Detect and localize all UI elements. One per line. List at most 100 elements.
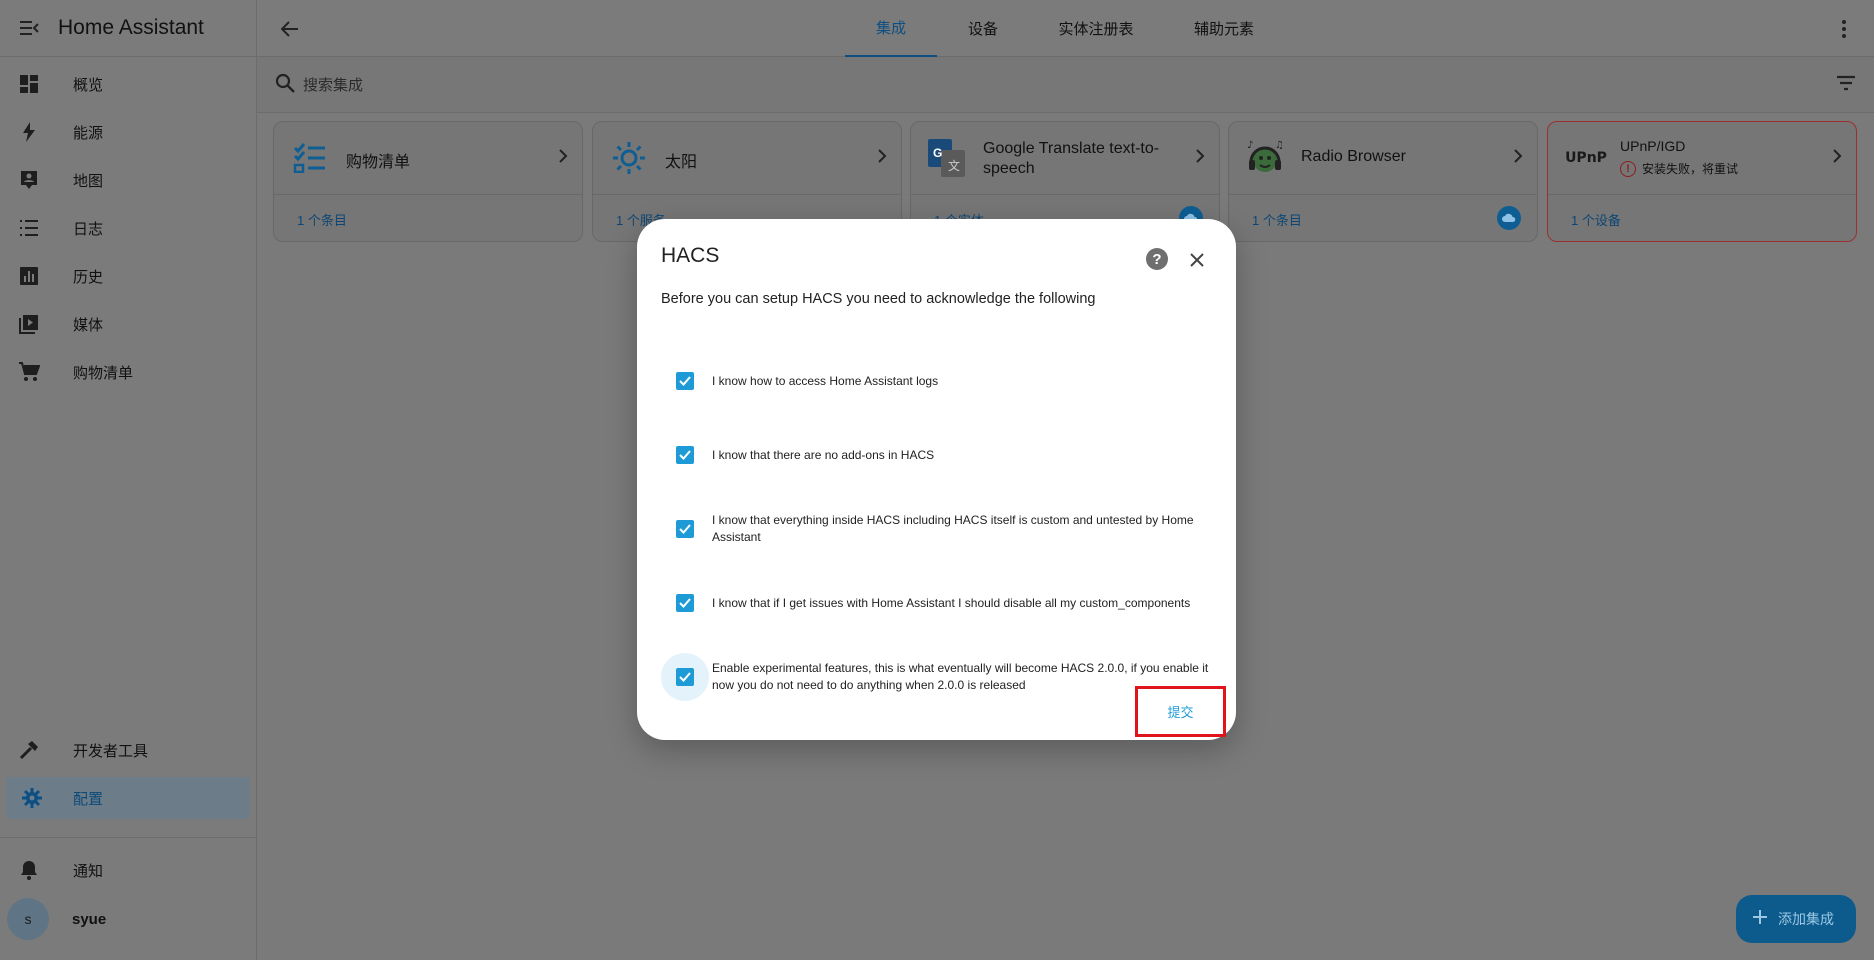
sidebar-item-label: 日志 [73, 220, 104, 238]
tab-entities[interactable]: 实体注册表 [1029, 0, 1163, 57]
sidebar-item-notifications[interactable]: 通知 [0, 849, 257, 891]
sidebar-item-label: 购物清单 [73, 364, 134, 382]
ack-checkbox-row: Enable experimental features, this is wh… [661, 653, 1211, 701]
sidebar-item-label: 开发者工具 [73, 742, 149, 760]
error-status: ! 安装失败，将重试 [1620, 160, 1738, 177]
error-icon: ! [1620, 160, 1636, 177]
radio-headphones-icon: ♪ ♫ [1245, 138, 1285, 178]
hammer-icon [0, 740, 58, 760]
cloud-icon [1497, 206, 1521, 230]
card-header: ♪ ♫ Radio Browser [1229, 122, 1537, 195]
checkbox[interactable] [661, 357, 709, 405]
chevron-right-icon [1832, 148, 1842, 169]
add-integration-label: 添加集成 [1778, 911, 1834, 927]
card-title: UPnP/IGD [1620, 138, 1686, 154]
upnp-logo: UPnP [1564, 138, 1608, 178]
submit-highlight: 提交 [1135, 686, 1226, 737]
sidebar-item-map[interactable]: 地图 [0, 159, 257, 201]
integration-card-shopping-list[interactable]: 购物清单 1 个条目 [273, 121, 583, 242]
chevron-right-icon [877, 148, 887, 169]
avatar: s [7, 898, 49, 940]
checkbox-label: I know that everything inside HACS inclu… [712, 513, 1194, 544]
sidebar-item-label: 能源 [73, 124, 104, 142]
back-arrow-icon[interactable] [277, 16, 303, 42]
dashboard-icon [0, 74, 58, 94]
checkbox-label: I know that there are no add-ons in HACS [712, 447, 935, 462]
cart-icon [0, 362, 58, 382]
card-header: G文 Google Translate text-to-speech [911, 122, 1219, 195]
tab-devices[interactable]: 设备 [937, 0, 1029, 57]
submit-button[interactable]: 提交 [1155, 694, 1205, 729]
sun-icon [609, 138, 649, 178]
chevron-right-icon [1195, 148, 1205, 169]
search-icon [275, 73, 295, 98]
bell-icon [0, 860, 58, 880]
ack-checkbox-row: I know that there are no add-ons in HACS [661, 431, 1211, 479]
sidebar-item-logbook[interactable]: 日志 [0, 207, 257, 249]
sidebar-item-user[interactable]: s syue [0, 898, 257, 940]
add-integration-button[interactable]: 添加集成 [1736, 895, 1856, 943]
search-bar [257, 57, 1874, 113]
card-title: 购物清单 [346, 154, 411, 171]
sidebar-item-media[interactable]: 媒体 [0, 303, 257, 345]
chevron-right-icon [1513, 148, 1523, 169]
plus-icon [1752, 909, 1768, 930]
chevron-right-icon [558, 148, 568, 169]
svg-text:文: 文 [948, 158, 960, 173]
card-header: 购物清单 [274, 122, 582, 195]
help-icon[interactable]: ? [1146, 248, 1168, 270]
ack-checkbox-row: I know that everything inside HACS inclu… [661, 505, 1211, 553]
sidebar-item-energy[interactable]: 能源 [0, 111, 257, 153]
sidebar-item-developer-tools[interactable]: 开发者工具 [0, 729, 257, 771]
gear-icon [6, 788, 58, 808]
checklist-icon [290, 138, 330, 178]
list-icon [0, 219, 58, 237]
sidebar-item-label: 地图 [73, 172, 104, 190]
ack-checkbox-row: I know how to access Home Assistant logs [661, 357, 1211, 405]
integration-card-upnp[interactable]: UPnP UPnP/IGD ! 安装失败，将重试 1 个设备 [1547, 121, 1857, 242]
sidebar-item-shopping-list[interactable]: 购物清单 [0, 351, 257, 393]
checkmark-icon [676, 520, 694, 538]
svg-text:♪: ♪ [1247, 140, 1253, 151]
sidebar-item-label: 媒体 [73, 316, 104, 334]
sidebar-item-label: 配置 [73, 790, 104, 808]
search-input[interactable] [303, 71, 903, 99]
close-icon[interactable] [1186, 249, 1208, 271]
sidebar-item-config[interactable]: 配置 [6, 777, 250, 819]
svg-text:G: G [933, 146, 942, 160]
sidebar-item-overview[interactable]: 概览 [0, 63, 257, 105]
checkbox[interactable] [661, 579, 709, 627]
checkbox[interactable] [661, 505, 709, 553]
card-title: Radio Browser [1301, 148, 1406, 165]
card-link[interactable]: 1 个条目 [297, 210, 347, 229]
checkbox[interactable] [661, 653, 709, 701]
checkmark-icon [676, 594, 694, 612]
error-text: 安装失败，将重试 [1642, 162, 1739, 176]
checkbox[interactable] [661, 431, 709, 479]
card-title: Google Translate text-to-speech [983, 140, 1160, 177]
integration-card-radio-browser[interactable]: ♪ ♫ Radio Browser 1 个条目 [1228, 121, 1538, 242]
card-title: 太阳 [665, 154, 698, 171]
checkmark-icon [676, 372, 694, 390]
dialog-title: HACS [661, 244, 720, 267]
card-link[interactable]: 1 个设备 [1571, 210, 1621, 229]
svg-text:♫: ♫ [1275, 140, 1284, 151]
checkbox-label: I know how to access Home Assistant logs [712, 373, 939, 388]
tab-bar: 集成 设备 实体注册表 辅助元素 [845, 0, 1285, 57]
dialog-intro: Before you can setup HACS you need to ac… [661, 291, 1096, 307]
hacs-dialog: HACS ? Before you can setup HACS you nee… [637, 219, 1236, 740]
tab-integrations[interactable]: 集成 [845, 0, 937, 57]
chart-icon [0, 266, 58, 286]
checkbox-label: I know that if I get issues with Home As… [712, 595, 1191, 610]
map-icon [0, 170, 58, 190]
filter-icon[interactable] [1836, 75, 1856, 96]
card-link[interactable]: 1 个条目 [1252, 210, 1302, 229]
more-options-icon[interactable] [1832, 16, 1856, 42]
sidebar-item-label: 历史 [73, 268, 104, 286]
card-header: 太阳 [593, 122, 901, 195]
tab-helpers[interactable]: 辅助元素 [1163, 0, 1285, 57]
sidebar-item-history[interactable]: 历史 [0, 255, 257, 297]
menu-toggle-icon[interactable] [0, 0, 58, 57]
checkmark-icon [676, 446, 694, 464]
ack-checkbox-row: I know that if I get issues with Home As… [661, 579, 1211, 627]
